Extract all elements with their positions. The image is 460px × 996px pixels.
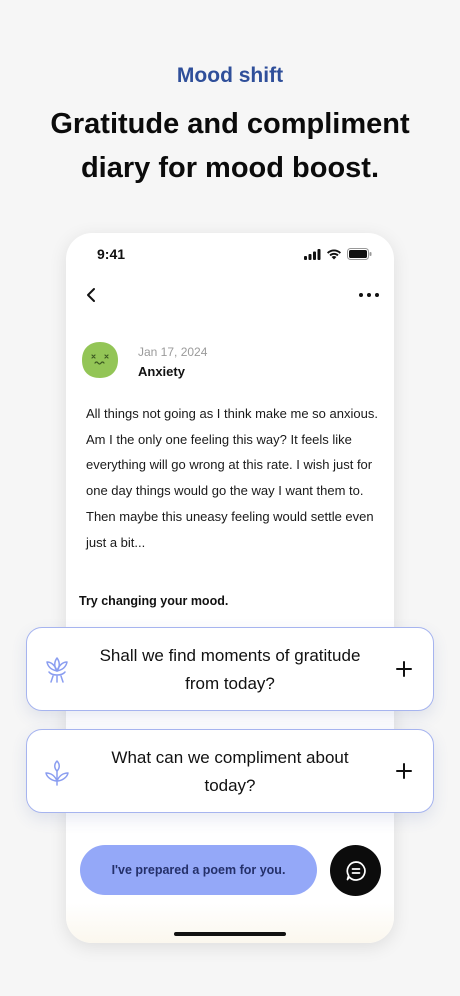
entry-body: All things not going as I think make me …	[86, 406, 378, 550]
chat-fab[interactable]	[330, 845, 381, 896]
home-indicator	[174, 932, 286, 936]
promo-headline: Gratitude and compliment diary for mood …	[0, 102, 460, 190]
gratitude-card-text: Shall we find moments of gratitude from …	[99, 646, 361, 693]
compliment-card[interactable]: What can we compliment about today?	[26, 729, 434, 813]
compliment-card-text: What can we compliment about today?	[111, 748, 349, 795]
status-icons	[304, 248, 372, 260]
bottom-fade	[66, 903, 394, 943]
entry-date: Jan 17, 2024	[138, 345, 208, 359]
suggestions-label: Try changing your mood.	[79, 594, 229, 608]
entry-mood: Anxiety	[138, 364, 185, 379]
status-time: 9:41	[97, 246, 126, 262]
poem-button[interactable]: I've prepared a poem for you.	[80, 845, 317, 895]
poem-button-label: I've prepared a poem for you.	[111, 863, 286, 877]
plus-icon[interactable]	[396, 763, 412, 779]
signal-icon	[304, 248, 321, 260]
gratitude-card[interactable]: Shall we find moments of gratitude from …	[26, 627, 434, 711]
lotus-icon	[46, 657, 68, 683]
phone-frame: 9:41 Jan 17, 2024 Anxiety All things not…	[66, 233, 394, 943]
wifi-icon	[327, 249, 341, 259]
back-chevron-icon[interactable]	[82, 285, 102, 305]
sprout-icon	[45, 760, 69, 786]
plus-icon[interactable]	[396, 661, 412, 677]
promo-headline-text: Gratitude and compliment diary for mood …	[50, 108, 410, 184]
chat-list-icon	[345, 860, 366, 881]
more-options-icon[interactable]	[358, 288, 380, 302]
promo-eyebrow: Mood shift	[176, 64, 284, 87]
mood-avatar-icon	[82, 342, 118, 378]
battery-icon	[347, 248, 372, 260]
